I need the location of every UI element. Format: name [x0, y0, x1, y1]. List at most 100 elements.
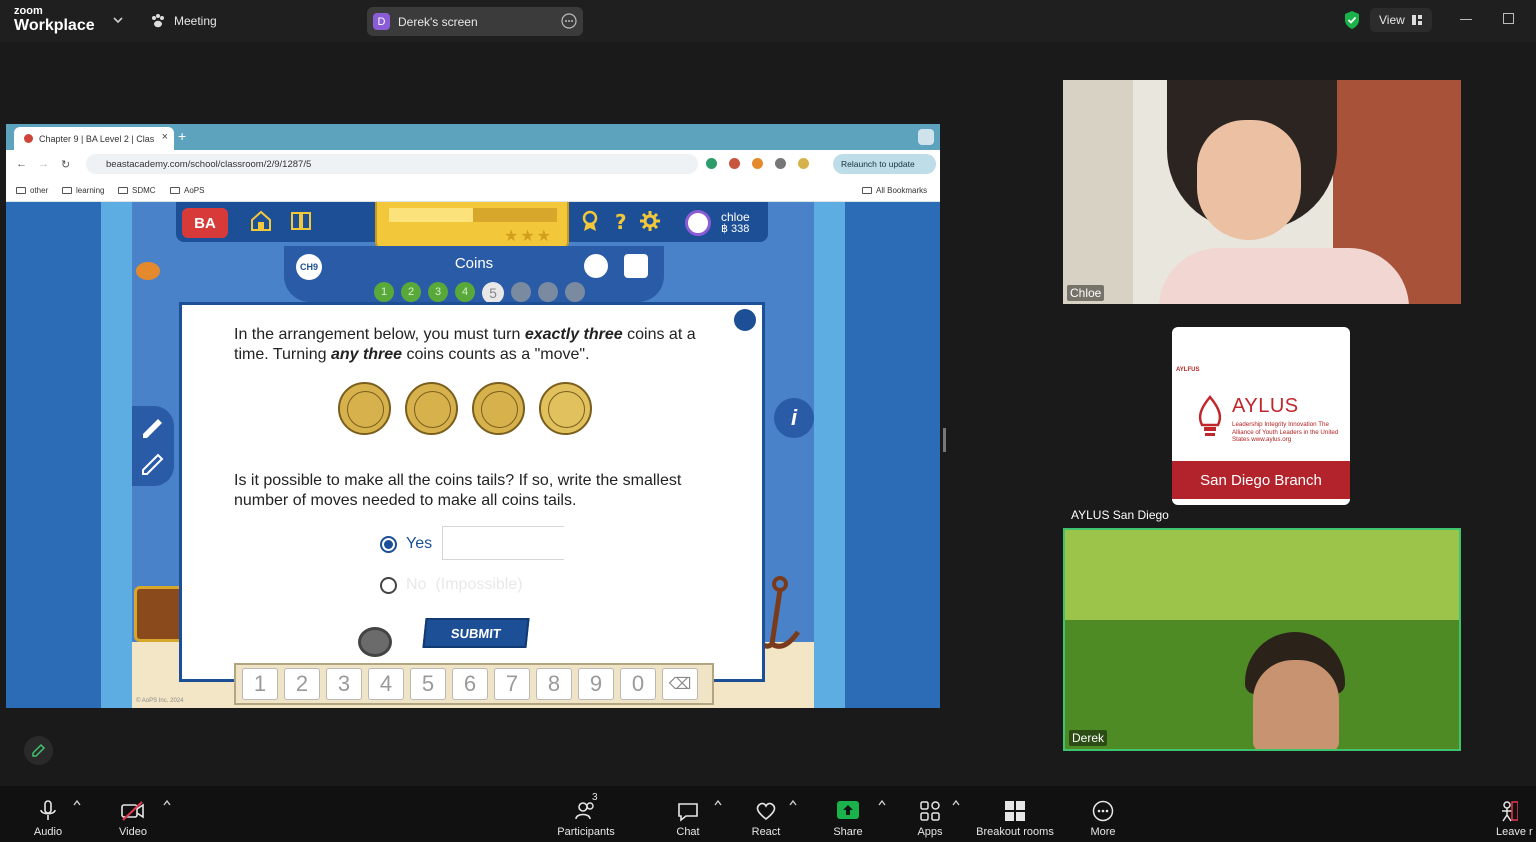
chevron-up-icon[interactable] [951, 798, 961, 808]
coin-heads-icon [472, 382, 525, 435]
participants-button[interactable]: 3 Participants [552, 792, 620, 838]
play-video-icon[interactable] [584, 254, 608, 278]
participant-name: AYLUS San Diego [1071, 508, 1169, 522]
forward-icon[interactable]: → [38, 158, 49, 170]
step-1[interactable]: 1 [374, 282, 394, 302]
chevron-down-icon[interactable] [112, 14, 124, 26]
chevron-up-icon[interactable] [72, 798, 82, 808]
key-0[interactable]: 0 [620, 668, 656, 700]
step-8[interactable]: 8 [565, 282, 585, 302]
react-button[interactable]: React [748, 792, 784, 838]
key-1[interactable]: 1 [242, 668, 278, 700]
step-3[interactable]: 3 [428, 282, 448, 302]
award-icon[interactable] [579, 210, 601, 232]
speaker-icon[interactable] [734, 309, 756, 331]
more-icon [1092, 800, 1114, 822]
key-5[interactable]: 5 [410, 668, 446, 700]
fish-decoration [136, 262, 160, 280]
zoom-logo[interactable]: zoom Workplace [14, 6, 95, 34]
radio-yes[interactable] [380, 535, 397, 553]
chevron-up-icon[interactable] [162, 798, 172, 808]
audio-button[interactable]: Audio [30, 792, 66, 838]
gear-icon[interactable] [639, 210, 661, 232]
help-icon[interactable]: ? [610, 210, 632, 232]
breakout-rooms-button[interactable]: Breakout rooms [972, 792, 1058, 838]
reload-icon[interactable]: ↻ [61, 158, 70, 171]
tab-search-icon[interactable] [918, 129, 934, 145]
profile-icon[interactable] [798, 158, 809, 169]
video-tile-derek[interactable]: Derek [1063, 528, 1461, 751]
user-badge[interactable]: chloe ฿ 338 [685, 208, 769, 238]
participants-icon [575, 802, 594, 820]
user-points: ฿ 338 [721, 222, 750, 235]
restore-window-icon[interactable] [1503, 13, 1514, 24]
step-4[interactable]: 4 [455, 282, 475, 302]
chat-button[interactable]: Chat [670, 792, 706, 838]
relaunch-button[interactable]: Relaunch to update [833, 154, 936, 174]
key-4[interactable]: 4 [368, 668, 404, 700]
extension-icon[interactable] [752, 158, 763, 169]
puzzle-icon[interactable] [775, 158, 786, 169]
step-2[interactable]: 2 [401, 282, 421, 302]
step-7[interactable]: 7 [538, 282, 558, 302]
chevron-up-icon[interactable] [788, 798, 798, 808]
key-3[interactable]: 3 [326, 668, 362, 700]
step-6[interactable]: 6 [511, 282, 531, 302]
leave-button[interactable]: Leave r [1496, 792, 1536, 838]
close-tab-icon[interactable]: × [162, 131, 168, 143]
extension-icon[interactable] [706, 158, 717, 169]
all-bookmarks[interactable]: All Bookmarks [862, 186, 927, 195]
chevron-up-icon[interactable] [877, 798, 887, 808]
extension-icon[interactable] [729, 158, 740, 169]
meeting-button[interactable]: Meeting [150, 10, 217, 32]
back-icon[interactable]: ← [16, 158, 27, 170]
video-tile-aylus[interactable]: AYLFUS AYLUS Leadership Integrity Innova… [1063, 304, 1461, 528]
participant-body [1159, 248, 1409, 304]
reset-icon[interactable] [358, 627, 392, 657]
answer-input[interactable] [442, 526, 564, 560]
home-icon[interactable] [250, 210, 272, 232]
browser-tab[interactable]: Chapter 9 | BA Level 2 | Clas × [14, 127, 174, 150]
key-2[interactable]: 2 [284, 668, 320, 700]
annotate-button[interactable] [24, 736, 53, 765]
new-tab-icon[interactable]: + [178, 128, 186, 144]
key-9[interactable]: 9 [578, 668, 614, 700]
more-options-icon[interactable] [561, 13, 577, 29]
step-5[interactable]: 5 [482, 282, 504, 304]
key-8[interactable]: 8 [536, 668, 572, 700]
share-button[interactable]: Share [830, 792, 866, 838]
submit-button[interactable]: SUBMIT [422, 618, 530, 648]
view-button[interactable]: View [1370, 8, 1432, 32]
radio-no[interactable] [380, 576, 397, 594]
problem-steps: 12345678 [374, 282, 585, 304]
ba-logo[interactable]: BA [182, 208, 228, 238]
option-yes[interactable]: Yes [380, 535, 432, 553]
minimize-window-icon[interactable] [1460, 19, 1472, 20]
splitter-handle[interactable] [943, 428, 946, 452]
more-button[interactable]: More [1085, 792, 1121, 838]
key-6[interactable]: 6 [452, 668, 488, 700]
bookmark-folder[interactable]: learning [62, 186, 104, 195]
video-tile-chloe[interactable]: Chloe [1063, 80, 1461, 304]
bookmark-folder[interactable]: AoPS [170, 186, 204, 195]
viewing-screen-pill[interactable]: D Derek's screen [367, 7, 583, 36]
eraser-icon[interactable] [140, 450, 166, 476]
guide-book-icon[interactable] [624, 254, 648, 278]
bookmark-folder[interactable]: SDMC [118, 186, 156, 195]
backspace-key[interactable]: ⌫ [662, 668, 698, 700]
key-7[interactable]: 7 [494, 668, 530, 700]
question-part: coins counts as a "move". [402, 346, 590, 363]
pencil-icon[interactable] [140, 414, 166, 440]
chevron-up-icon[interactable] [713, 798, 723, 808]
address-bar[interactable]: beastacademy.com/school/classroom/2/9/12… [86, 154, 698, 174]
breakout-rooms-label: Breakout rooms [976, 826, 1054, 838]
info-button[interactable]: i [774, 398, 814, 438]
video-button[interactable]: Video [115, 792, 151, 838]
option-no[interactable]: No (Impossible) [380, 576, 523, 594]
encryption-shield-icon[interactable] [1342, 10, 1362, 30]
bookmark-folder[interactable]: other [16, 186, 48, 195]
apps-button[interactable]: Apps [912, 792, 948, 838]
user-info: chloe ฿ 338 [721, 211, 750, 235]
book-icon[interactable] [290, 210, 312, 232]
extensions [706, 158, 809, 169]
